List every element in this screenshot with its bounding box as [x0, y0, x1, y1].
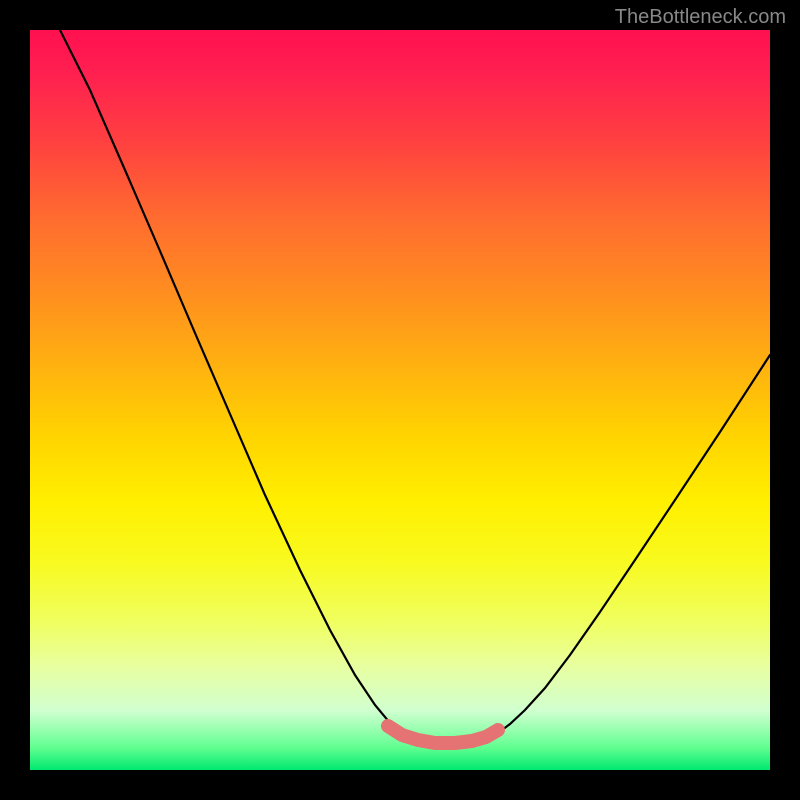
bottleneck-curve — [60, 30, 770, 743]
watermark-text: TheBottleneck.com — [615, 6, 786, 29]
highlight-segment — [388, 726, 498, 743]
plot-area — [30, 30, 770, 770]
curve-layer — [30, 30, 770, 770]
